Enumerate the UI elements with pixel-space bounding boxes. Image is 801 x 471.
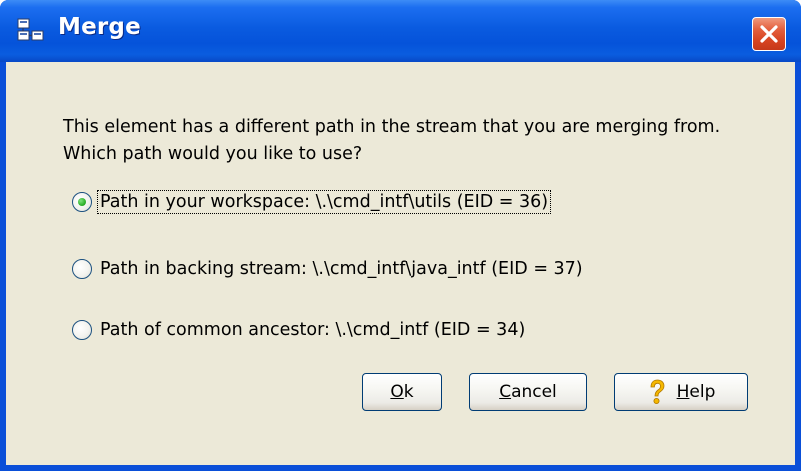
merge-dialog: Merge This element has a different path … xyxy=(0,0,801,471)
dialog-message: This element has a different path in the… xyxy=(63,114,783,168)
ok-button[interactable]: Ok xyxy=(362,373,442,411)
ok-label-rest: k xyxy=(403,382,414,402)
radio-label-workspace: Path in your workspace: \.\cmd_intf\util… xyxy=(96,190,552,214)
radio-workspace-path[interactable]: Path in your workspace: \.\cmd_intf\util… xyxy=(72,190,552,214)
cancel-button-label: Cancel xyxy=(499,382,557,402)
close-icon xyxy=(760,25,778,43)
title-bar[interactable]: Merge xyxy=(0,0,801,62)
radio-button[interactable] xyxy=(72,259,92,279)
help-button[interactable]: Help xyxy=(614,373,748,411)
cancel-button[interactable]: Cancel xyxy=(469,373,587,411)
help-label-rest: elp xyxy=(689,382,716,402)
radio-selected-dot xyxy=(78,198,86,206)
ok-button-label: Ok xyxy=(389,381,414,403)
dialog-body: This element has a different path in the… xyxy=(6,62,795,465)
cancel-label-rest: ancel xyxy=(511,382,557,402)
help-button-label: Help xyxy=(677,382,716,402)
message-line-1: This element has a different path in the… xyxy=(63,117,721,137)
radio-label-common-ancestor: Path of common ancestor: \.\cmd_intf (EI… xyxy=(100,320,526,340)
ok-mnemonic: O xyxy=(390,382,404,402)
radio-button[interactable] xyxy=(72,320,92,340)
dialog-title: Merge xyxy=(58,14,141,40)
message-line-2: Which path would you like to use? xyxy=(63,144,363,164)
help-mnemonic: H xyxy=(676,382,690,402)
close-button[interactable] xyxy=(752,17,786,51)
help-question-icon xyxy=(650,379,665,404)
radio-label-backing-stream: Path in backing stream: \.\cmd_intf\java… xyxy=(100,259,583,279)
radio-button-selected[interactable] xyxy=(72,192,92,212)
cancel-mnemonic: C xyxy=(499,382,512,402)
merge-app-icon xyxy=(17,18,44,41)
radio-common-ancestor-path[interactable]: Path of common ancestor: \.\cmd_intf (EI… xyxy=(72,318,527,342)
radio-backing-stream-path[interactable]: Path in backing stream: \.\cmd_intf\java… xyxy=(72,257,585,281)
